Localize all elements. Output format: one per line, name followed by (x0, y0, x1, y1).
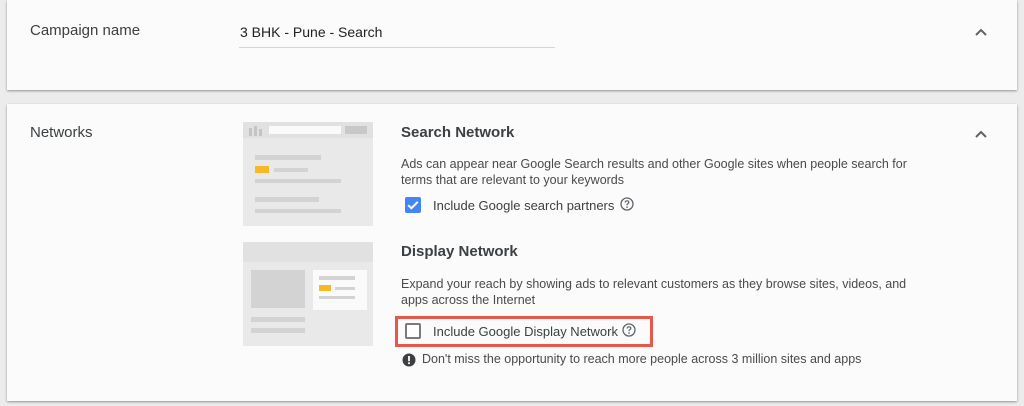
networks-label: Networks (30, 124, 93, 141)
checkmark-icon (407, 201, 419, 210)
campaign-name-label: Campaign name (30, 22, 141, 39)
display-network-illustration (243, 242, 373, 346)
chevron-up-icon[interactable] (973, 24, 989, 40)
chevron-up-icon[interactable] (973, 126, 989, 142)
campaign-name-card: Campaign name 3 BHK - Pune - Search (7, 0, 1017, 90)
help-circle-icon[interactable] (620, 197, 634, 211)
search-network-illustration (243, 122, 373, 226)
search-network-description: Ads can appear near Google Search result… (401, 157, 907, 187)
networks-card: Networks Search Network Ads can appear n… (7, 104, 1017, 401)
display-network-title: Display Network (401, 243, 518, 260)
display-network-checkbox[interactable] (405, 323, 421, 339)
help-circle-icon[interactable] (622, 323, 636, 337)
exclamation-circle-icon (402, 353, 416, 367)
display-network-description: Expand your reach by showing ads to rele… (401, 277, 907, 307)
search-network-title: Search Network (401, 124, 515, 141)
campaign-name-input[interactable]: 3 BHK - Pune - Search (239, 12, 555, 48)
display-network-warning: Don't miss the opportunity to reach more… (422, 352, 862, 366)
display-network-label: Include Google Display Network (433, 324, 618, 339)
search-partners-label: Include Google search partners (433, 198, 615, 213)
search-partners-checkbox[interactable] (405, 197, 421, 213)
